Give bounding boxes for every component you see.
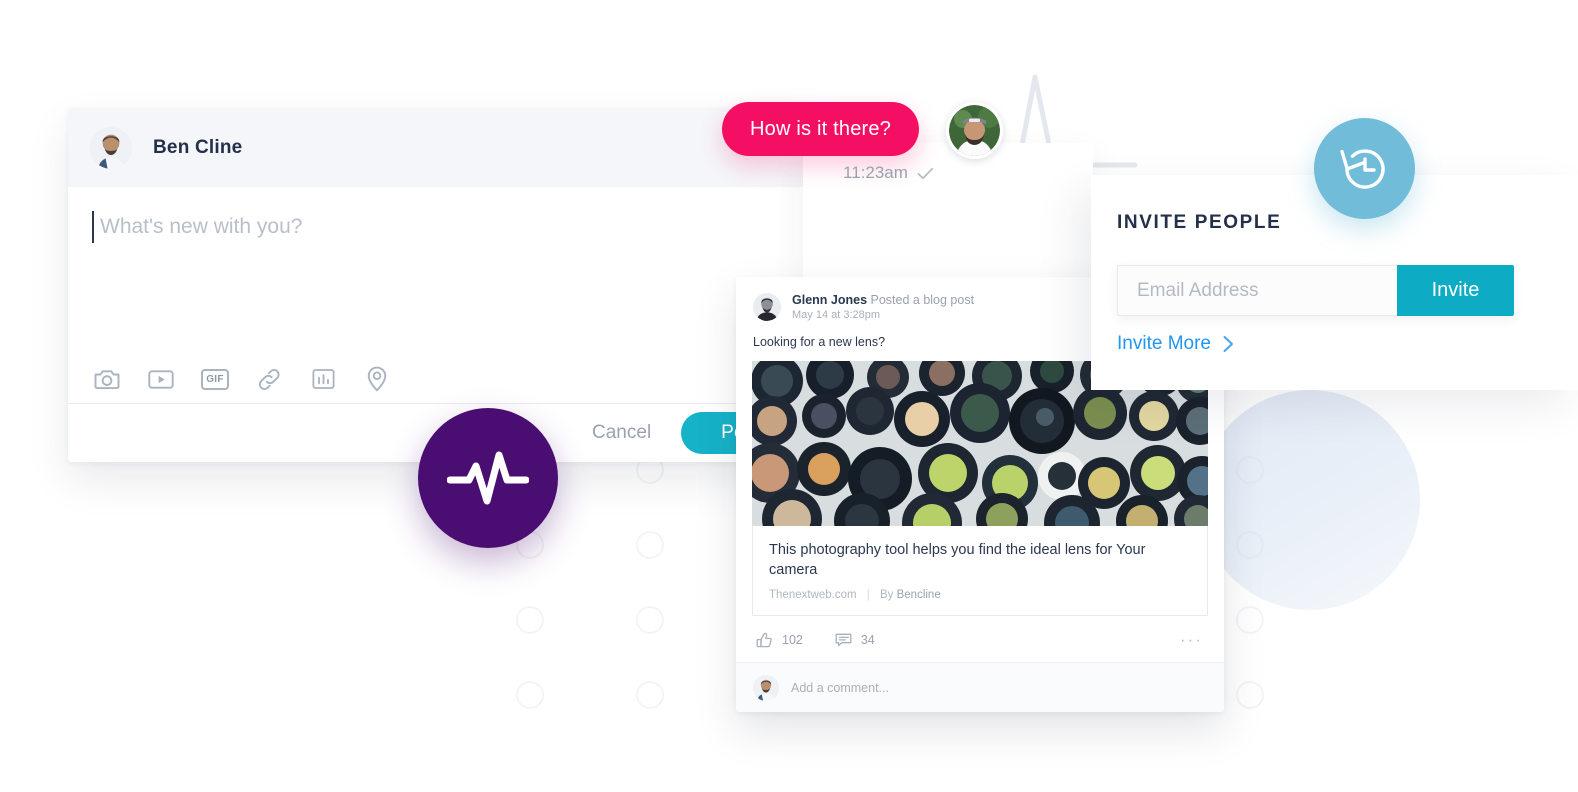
thumbs-up-icon <box>756 632 772 647</box>
comment-count: 34 <box>860 633 875 647</box>
composer-body: What's new with you? <box>68 187 828 382</box>
invite-panel-title: INVITE PEOPLE <box>1117 212 1282 233</box>
invite-more-label: Invite More <box>1117 333 1211 354</box>
chevron-right-icon <box>1223 336 1233 352</box>
invite-button[interactable]: Invite <box>1397 265 1514 316</box>
chat-message-bubble[interactable]: How is it there? <box>722 102 920 156</box>
composer-header: Ben Cline <box>68 108 828 187</box>
invite-input-row: Invite <box>1117 265 1514 316</box>
location-icon[interactable] <box>362 364 392 394</box>
chat-message-meta: 11:23am <box>843 163 934 183</box>
poll-icon[interactable] <box>308 364 338 394</box>
comment-input-row[interactable]: Add a comment... <box>736 662 1224 712</box>
email-address-input[interactable] <box>1117 265 1397 316</box>
screenshot-canvas: Ben Cline What's new with you? GIF Cance… <box>0 0 1578 792</box>
like-count: 102 <box>782 633 803 647</box>
composer-user-name: Ben Cline <box>153 136 243 158</box>
history-badge[interactable] <box>1314 118 1415 219</box>
post-header-text: Glenn Jones Posted a blog post May 14 at… <box>792 293 974 321</box>
gif-label: GIF <box>201 368 229 390</box>
invite-more-link[interactable]: Invite More <box>1117 333 1235 355</box>
cancel-button[interactable]: Cancel <box>592 422 651 444</box>
pulse-badge[interactable] <box>418 408 558 548</box>
post-stats-bar: 102 34 ··· <box>736 616 1224 662</box>
comment-user-avatar <box>753 674 779 701</box>
post-author-name: Glenn Jones <box>792 293 868 307</box>
composer-placeholder: What's new with you? <box>100 215 303 238</box>
pulse-wave-icon <box>447 451 529 505</box>
link-preview[interactable]: This photography tool helps you find the… <box>752 526 1208 616</box>
like-stat[interactable]: 102 <box>756 632 803 649</box>
video-icon[interactable] <box>146 364 176 394</box>
camera-icon[interactable] <box>92 364 122 394</box>
comment-bubble-icon <box>835 633 852 647</box>
link-by-label: By <box>879 589 894 601</box>
chat-message-text: How is it there? <box>750 117 892 140</box>
text-caret <box>92 211 94 243</box>
post-timestamp: May 14 at 3:28pm <box>792 309 881 321</box>
link-preview-meta: Thenextweb.com | By Bencline <box>769 589 1191 601</box>
link-preview-title: This photography tool helps you find the… <box>769 542 1146 578</box>
chat-timestamp: 11:23am <box>843 163 908 182</box>
link-icon[interactable] <box>254 364 284 394</box>
comment-stat[interactable]: 34 <box>835 632 875 648</box>
post-composer-card: Ben Cline What's new with you? GIF Cance… <box>68 108 828 462</box>
post-author-line: Glenn Jones Posted a blog post <box>792 293 974 307</box>
composer-text-input[interactable]: What's new with you? <box>92 211 804 243</box>
post-author-avatar <box>753 293 781 321</box>
decorative-blue-circle <box>1200 390 1420 610</box>
composer-toolbar: GIF <box>92 364 392 394</box>
comment-placeholder: Add a comment... <box>791 680 889 695</box>
chat-sender-avatar <box>946 102 1003 159</box>
check-icon <box>917 167 933 179</box>
post-action-text: Posted a blog post <box>870 293 975 307</box>
post-more-options-icon[interactable]: ··· <box>1180 630 1207 650</box>
link-author: Bencline <box>896 589 941 601</box>
avatar <box>90 126 132 169</box>
gif-icon[interactable]: GIF <box>200 364 230 394</box>
link-meta-separator: | <box>866 589 870 601</box>
history-clock-icon <box>1339 148 1385 189</box>
link-source: Thenextweb.com <box>769 589 857 601</box>
